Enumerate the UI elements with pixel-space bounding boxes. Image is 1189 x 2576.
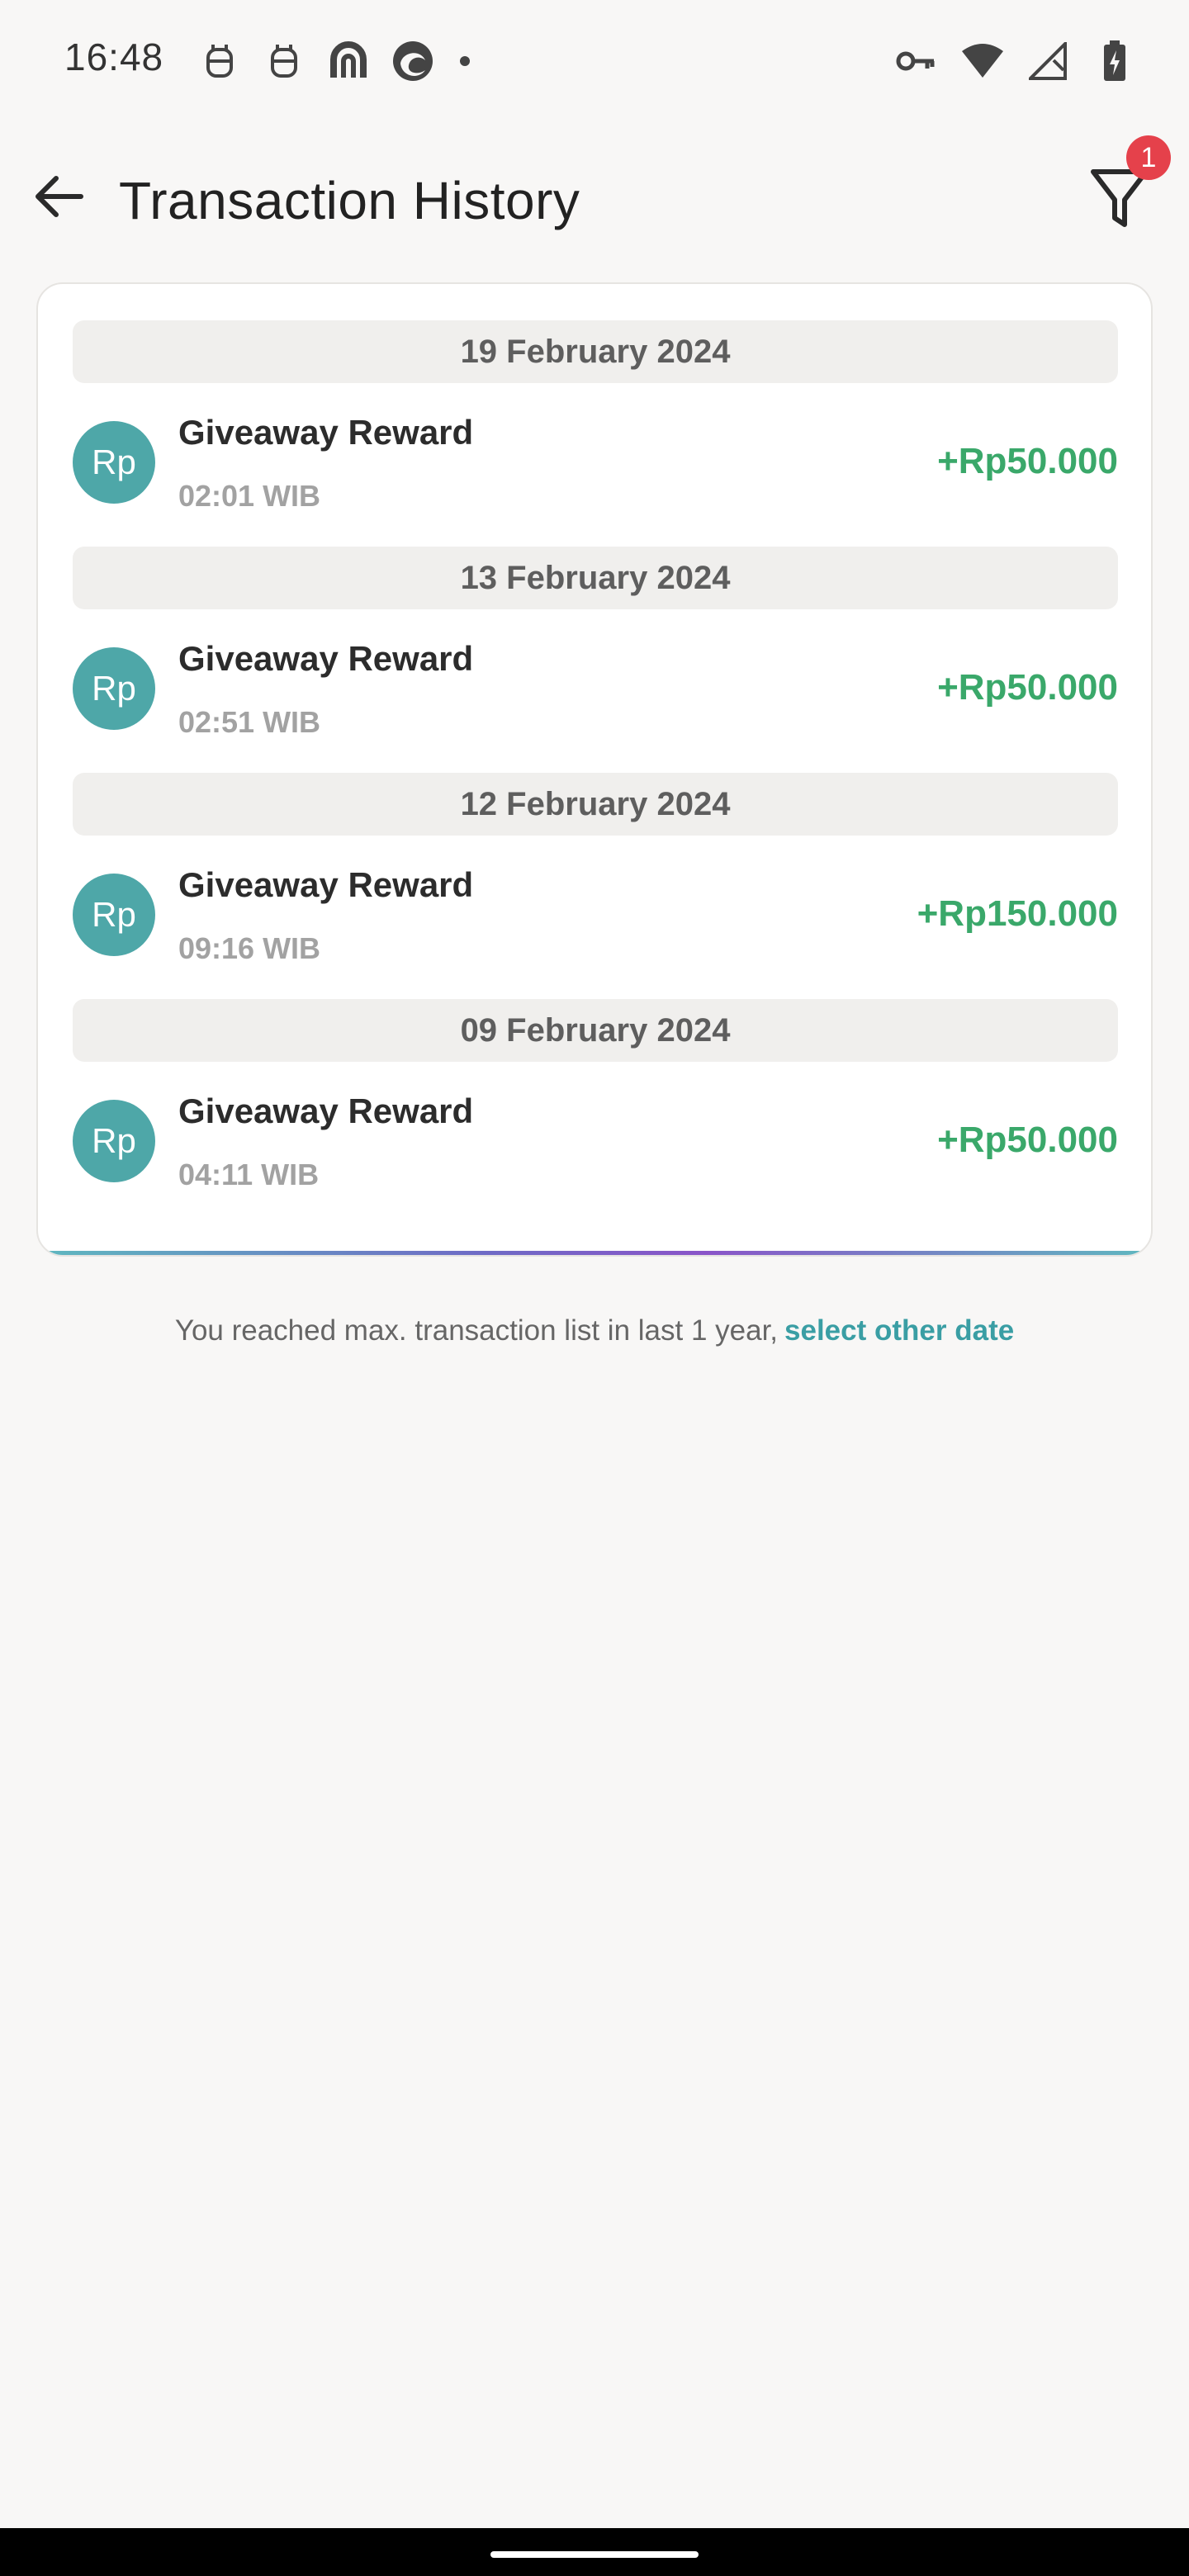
transaction-row[interactable]: Rp Giveaway Reward 04:11 WIB +Rp50.000 [73,1067,1118,1224]
robot-icon [259,36,309,86]
transaction-title: Giveaway Reward [178,639,474,678]
transaction-row[interactable]: Rp Giveaway Reward 02:01 WIB +Rp50.000 [73,388,1118,545]
signal-icon [1024,36,1073,86]
card-accent-line [38,1251,1151,1255]
transaction-row[interactable]: Rp Giveaway Reward 02:51 WIB +Rp50.000 [73,614,1118,771]
select-other-date-link[interactable]: select other date [784,1314,1014,1347]
transaction-time: 09:16 WIB [178,931,321,965]
date-header: 09 February 2024 [73,999,1118,1062]
back-button[interactable] [25,165,91,231]
transaction-row[interactable]: Rp Giveaway Reward 09:16 WIB +Rp150.000 [73,841,1118,997]
max-list-text: You reached max. transaction list in las… [174,1314,779,1347]
wifi-icon [958,36,1007,86]
robot-icon [195,36,244,86]
date-header: 12 February 2024 [73,773,1118,836]
status-time: 16:48 [64,36,164,78]
page-title: Transaction History [119,171,580,230]
app-icon [324,36,373,86]
transaction-list-card: 19 February 2024 Rp Giveaway Reward 02:0… [36,282,1153,1257]
filter-count-badge: 1 [1126,135,1171,180]
transaction-time: 02:01 WIB [178,479,321,513]
status-bar: 16:48 [0,0,1189,116]
transaction-title: Giveaway Reward [178,1091,474,1130]
transaction-time: 02:51 WIB [178,705,321,739]
currency-avatar: Rp [73,874,155,956]
home-indicator[interactable] [490,2551,699,2558]
transaction-amount: +Rp50.000 [937,1120,1118,1160]
transaction-amount: +Rp50.000 [937,667,1118,708]
currency-avatar: Rp [73,1100,155,1182]
edge-icon [388,36,438,86]
currency-avatar: Rp [73,647,155,730]
transaction-amount: +Rp50.000 [937,441,1118,481]
dot-icon [452,36,477,86]
transaction-title: Giveaway Reward [178,413,474,452]
currency-avatar: Rp [73,421,155,504]
app-header: Transaction History [0,149,1189,256]
date-header: 19 February 2024 [73,320,1118,383]
transaction-history-screen: 16:48 Transaction History 1 19 February … [0,0,1189,2576]
status-icons-left [195,36,477,86]
battery-icon [1090,36,1139,86]
transaction-amount: +Rp150.000 [917,893,1118,934]
arrow-left-icon [31,173,84,224]
transaction-time: 04:11 WIB [178,1158,320,1191]
max-list-note: You reached max. transaction list in las… [0,1314,1189,1347]
status-icons-right [892,36,1139,86]
key-icon [892,36,941,86]
transaction-title: Giveaway Reward [178,865,474,904]
date-header: 13 February 2024 [73,547,1118,609]
